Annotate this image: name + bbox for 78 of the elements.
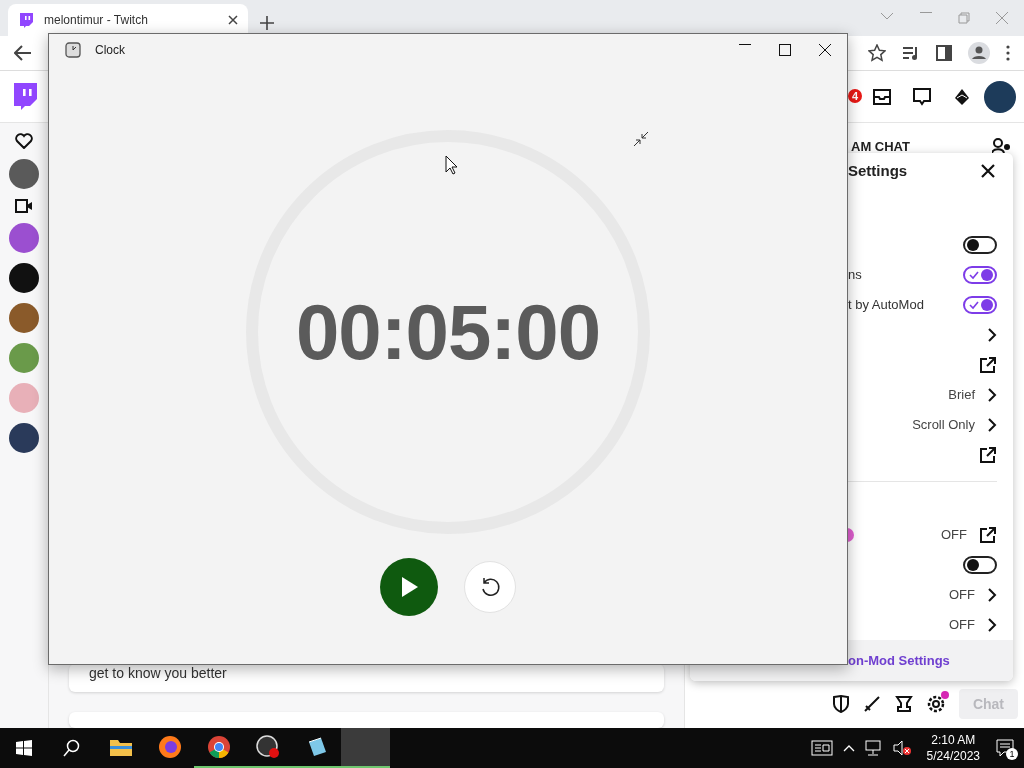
chrome-icon[interactable] — [206, 735, 231, 759]
sword-icon[interactable] — [862, 695, 881, 713]
close-icon[interactable] — [981, 163, 995, 178]
volume-muted-icon[interactable] — [892, 740, 911, 756]
channel-avatar[interactable] — [9, 423, 39, 453]
toggle-switch[interactable] — [963, 235, 997, 254]
toggle-switch[interactable] — [963, 555, 997, 574]
mouse-cursor-icon — [445, 155, 457, 175]
shield-icon[interactable] — [832, 695, 849, 713]
close-icon[interactable] — [228, 15, 238, 25]
profile-icon[interactable] — [968, 42, 990, 64]
camera-icon[interactable] — [15, 199, 33, 213]
profile-avatar[interactable] — [984, 80, 1016, 113]
chevron-right-icon[interactable] — [987, 417, 997, 432]
record-app-icon[interactable] — [255, 735, 280, 759]
chevron-right-icon[interactable] — [987, 387, 997, 402]
reading-list-icon[interactable] — [902, 45, 920, 61]
reset-button[interactable] — [464, 561, 516, 613]
trophy-icon[interactable] — [894, 695, 913, 713]
setting-value: OFF — [949, 587, 975, 603]
toggle-switch[interactable] — [963, 295, 997, 314]
minimize-icon[interactable] — [739, 44, 751, 46]
taskbar-time: 2:10 AM — [931, 732, 976, 748]
browser-tab[interactable]: melontimur - Twitch — [8, 4, 248, 36]
star-icon[interactable] — [868, 44, 886, 62]
check-icon — [969, 299, 979, 310]
channel-avatar[interactable] — [9, 159, 39, 189]
external-link-icon[interactable] — [979, 355, 997, 374]
toggle-switch[interactable] — [963, 265, 997, 284]
chat-bubble-icon[interactable] — [913, 87, 931, 106]
tab-title: melontimur - Twitch — [44, 13, 149, 27]
news-icon[interactable] — [810, 740, 833, 756]
chevron-right-icon[interactable] — [987, 617, 997, 632]
external-link-icon[interactable] — [979, 445, 997, 464]
clock-app-icon — [65, 42, 81, 58]
setting-value: Scroll Only — [912, 417, 975, 433]
external-link-icon[interactable] — [979, 525, 997, 544]
search-icon[interactable] — [63, 739, 81, 757]
card-text: get to know you better — [89, 665, 227, 681]
network-icon[interactable] — [864, 740, 883, 756]
setting-value: OFF — [949, 617, 975, 633]
notification-count: 1 — [1006, 748, 1018, 760]
inbox-icon[interactable] — [873, 88, 891, 105]
close-icon[interactable] — [819, 44, 831, 56]
windows-start-icon[interactable] — [16, 740, 32, 756]
compact-overlay-icon[interactable] — [633, 131, 649, 147]
heart-icon[interactable] — [15, 133, 33, 149]
taskbar-date: 5/24/2023 — [926, 748, 980, 764]
settings-link[interactable]: on-Mod Settings — [848, 652, 950, 668]
setting-value: OFF — [941, 527, 967, 543]
new-tab-icon[interactable] — [260, 16, 274, 30]
gear-icon[interactable] — [926, 695, 945, 713]
play-button[interactable] — [380, 558, 438, 616]
chevron-right-icon[interactable] — [987, 327, 997, 342]
popup-title: Settings — [848, 162, 908, 180]
chevron-right-icon[interactable] — [987, 587, 997, 602]
side-panel-icon[interactable] — [936, 45, 952, 61]
caret-up-icon[interactable] — [842, 744, 855, 752]
timer-display: 00:05:00 — [295, 286, 601, 378]
back-arrow-icon[interactable] — [14, 45, 32, 61]
window-title: Clock — [95, 43, 125, 57]
setting-value: Brief — [948, 387, 975, 403]
check-icon — [969, 269, 979, 280]
channel-avatar[interactable] — [9, 263, 39, 293]
user-plus-icon[interactable] — [992, 138, 1010, 154]
reset-icon — [479, 576, 501, 598]
maximize-icon[interactable] — [779, 44, 791, 56]
setting-label: ns — [848, 267, 862, 283]
folder-icon[interactable] — [108, 737, 133, 757]
setting-label: t by AutoMod — [848, 297, 924, 313]
twitch-logo-icon[interactable] — [12, 82, 38, 111]
kebab-menu-icon[interactable] — [1006, 45, 1010, 61]
chat-header: AM CHAT — [851, 138, 910, 154]
twitch-icon — [18, 12, 34, 28]
diamond-icon[interactable] — [953, 87, 971, 106]
taskbar-app[interactable] — [341, 728, 390, 768]
play-icon — [399, 576, 419, 598]
notification-icon[interactable] — [996, 739, 1014, 757]
